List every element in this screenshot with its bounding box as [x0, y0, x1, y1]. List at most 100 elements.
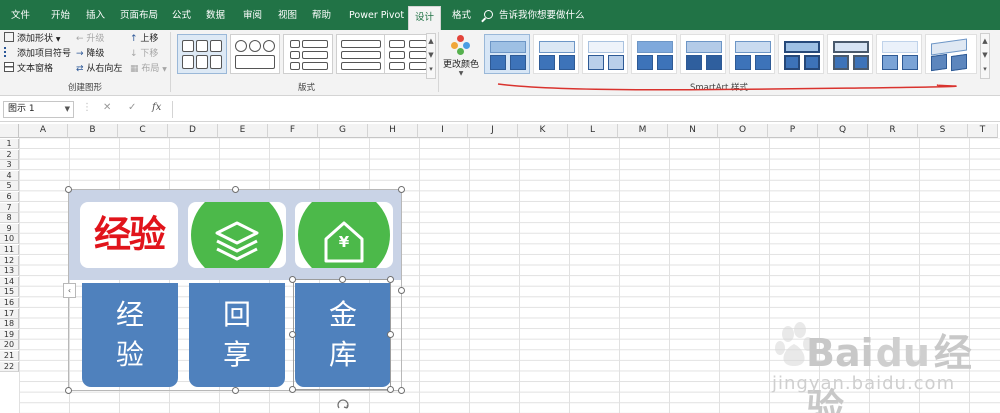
smartart-style-9[interactable] — [876, 34, 922, 74]
column-header[interactable]: D — [168, 124, 218, 138]
text-tile-2[interactable]: 回 享 — [189, 283, 285, 387]
right-to-left-button[interactable]: ⇄ 从右向左 — [76, 62, 122, 76]
layout-option-3[interactable] — [283, 34, 333, 74]
tab-formulas[interactable]: 公式 — [166, 7, 197, 25]
name-box[interactable]: 图示 1 ▼ — [3, 101, 74, 118]
smartart-style-4[interactable] — [631, 34, 677, 74]
tab-insert[interactable]: 插入 — [80, 7, 111, 25]
column-header[interactable]: I — [418, 124, 468, 138]
move-up-button[interactable]: ↑ 上移 — [130, 32, 158, 46]
row-header[interactable]: 12 — [0, 255, 19, 266]
row-header[interactable]: 7 — [0, 202, 19, 213]
cancel-icon[interactable]: ✕ — [103, 102, 111, 113]
change-colors-button[interactable]: 更改颜色 ▼ — [441, 32, 481, 78]
add-bullet-button[interactable]: 添加项目符号 — [4, 47, 71, 61]
row-header[interactable]: 9 — [0, 223, 19, 234]
column-header[interactable]: N — [668, 124, 718, 138]
column-header[interactable]: H — [368, 124, 418, 138]
layouts-gallery-scroll[interactable]: ▲ ▼ ▾ — [426, 33, 436, 79]
resize-handle[interactable] — [398, 387, 405, 394]
tab-help[interactable]: 帮助 — [306, 7, 337, 25]
resize-handle[interactable] — [232, 186, 239, 193]
row-header[interactable]: 2 — [0, 149, 19, 160]
resize-handle[interactable] — [232, 387, 239, 394]
shape-resize-handle[interactable] — [387, 331, 394, 338]
column-header[interactable]: T — [968, 124, 998, 138]
tab-data[interactable]: 数据 — [200, 7, 231, 25]
column-header[interactable]: B — [68, 124, 118, 138]
row-header[interactable]: 15 — [0, 287, 19, 298]
column-header[interactable]: J — [468, 124, 518, 138]
column-header[interactable]: L — [568, 124, 618, 138]
picture-vault[interactable]: ¥ — [295, 202, 393, 268]
row-header[interactable]: 10 — [0, 234, 19, 245]
column-header[interactable]: A — [19, 124, 68, 138]
row-header[interactable]: 8 — [0, 213, 19, 224]
column-header[interactable]: P — [768, 124, 818, 138]
smartart-style-2[interactable] — [533, 34, 579, 74]
column-header[interactable]: K — [518, 124, 568, 138]
tab-power-pivot[interactable]: Power Pivot — [343, 7, 410, 25]
select-all-corner[interactable] — [0, 124, 19, 138]
shape-resize-handle[interactable] — [289, 386, 296, 393]
row-header[interactable]: 1 — [0, 139, 19, 149]
row-header[interactable]: 11 — [0, 245, 19, 255]
column-header[interactable]: Q — [818, 124, 868, 138]
row-header[interactable]: 5 — [0, 181, 19, 192]
text-pane-toggle[interactable]: ‹ — [63, 283, 76, 298]
tab-file[interactable]: 文件 — [5, 7, 36, 25]
row-header[interactable]: 21 — [0, 351, 19, 361]
row-header[interactable]: 13 — [0, 266, 19, 277]
column-header[interactable]: O — [718, 124, 768, 138]
row-header[interactable]: 16 — [0, 298, 19, 308]
tell-me-search[interactable]: 告诉我你想要做什么 — [484, 8, 585, 24]
shape-resize-handle[interactable] — [289, 276, 296, 283]
move-down-button[interactable]: ↓ 下移 — [130, 47, 158, 61]
row-header[interactable]: 14 — [0, 276, 19, 287]
row-header[interactable]: 19 — [0, 329, 19, 340]
layout-button[interactable]: ▦ 布局 ▼ — [130, 62, 167, 76]
tab-format[interactable]: 格式 — [446, 7, 477, 25]
insert-function-icon[interactable]: fx — [152, 102, 161, 113]
shape-resize-handle[interactable] — [289, 331, 296, 338]
row-header[interactable]: 22 — [0, 361, 19, 372]
shape-resize-handle[interactable] — [387, 276, 394, 283]
text-tile-1[interactable]: 经 验 — [82, 283, 178, 387]
text-pane-button[interactable]: 文本窗格 — [4, 62, 53, 76]
shape-resize-handle[interactable] — [387, 386, 394, 393]
tab-home[interactable]: 开始 — [45, 7, 76, 25]
resize-handle[interactable] — [398, 287, 405, 294]
tab-design[interactable]: 设计 — [408, 6, 442, 30]
column-header[interactable]: G — [318, 124, 368, 138]
picture-logo[interactable]: 经验 — [80, 202, 178, 268]
column-header[interactable]: R — [868, 124, 918, 138]
smartart-style-10[interactable] — [925, 34, 977, 74]
shape-resize-handle[interactable] — [339, 276, 346, 283]
column-header[interactable]: F — [268, 124, 318, 138]
row-header[interactable]: 17 — [0, 308, 19, 319]
row-header[interactable]: 4 — [0, 170, 19, 181]
add-shape-button[interactable]: 添加形状 ▼ — [4, 32, 61, 46]
column-header[interactable]: M — [618, 124, 668, 138]
row-header[interactable]: 20 — [0, 340, 19, 351]
resize-handle[interactable] — [65, 387, 72, 394]
resize-handle[interactable] — [398, 186, 405, 193]
layout-option-1[interactable] — [177, 34, 227, 74]
column-header[interactable]: S — [918, 124, 968, 138]
layout-option-2[interactable] — [230, 34, 280, 74]
column-header[interactable]: E — [218, 124, 268, 138]
smartart-style-3[interactable] — [582, 34, 628, 74]
tab-page-layout[interactable]: 页面布局 — [114, 7, 164, 25]
enter-icon[interactable]: ✓ — [128, 102, 136, 113]
demote-button[interactable]: → 降级 — [76, 47, 104, 61]
column-header[interactable]: C — [118, 124, 168, 138]
picture-layers[interactable] — [188, 202, 286, 268]
smartart-style-6[interactable] — [729, 34, 775, 74]
tab-review[interactable]: 审阅 — [237, 7, 268, 25]
rotate-handle-icon[interactable] — [335, 396, 351, 412]
smartart-style-7[interactable] — [778, 34, 824, 74]
smartart-style-5[interactable] — [680, 34, 726, 74]
resize-handle[interactable] — [65, 186, 72, 193]
styles-gallery-scroll[interactable]: ▲ ▼ ▾ — [980, 33, 990, 79]
row-header[interactable]: 6 — [0, 192, 19, 202]
